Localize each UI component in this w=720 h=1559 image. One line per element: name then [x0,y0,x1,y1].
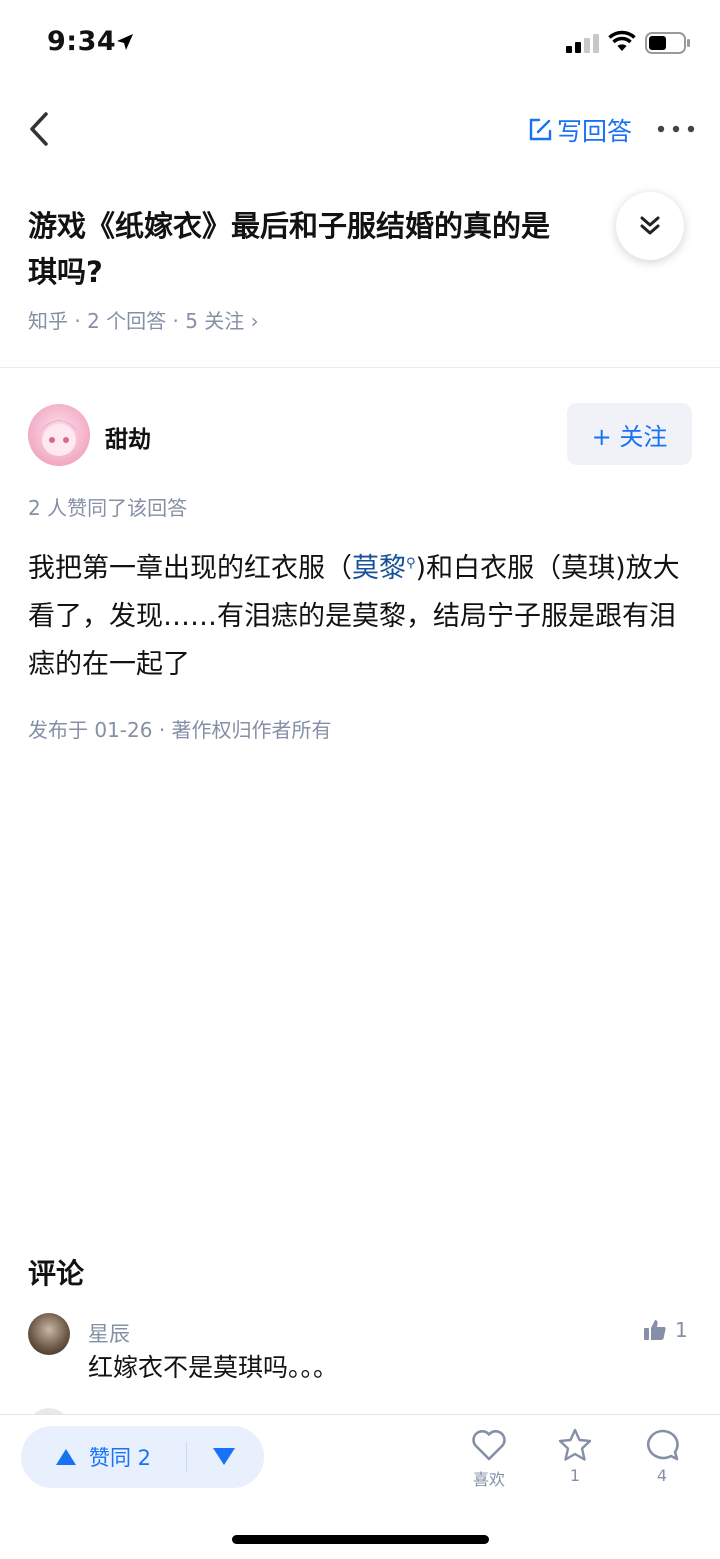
comments-heading: 评论 [28,1257,85,1290]
battery-icon [645,32,690,54]
question-title[interactable]: 游戏《纸嫁衣》最后和子服结婚的真的是 琪吗? [28,203,668,295]
follow-button[interactable]: + 关注 [567,403,692,465]
comment-text: 红嫁衣不是莫琪吗。。。 [88,1353,339,1382]
question-title-line-1: 游戏《纸嫁衣》最后和子服结婚的真的是 [28,209,551,243]
thumbs-up-icon [644,1320,666,1340]
upvote-button[interactable]: 赞同 2 [55,1440,151,1474]
comment-like-count: 1 [675,1318,688,1342]
comment-avatar[interactable] [28,1313,70,1355]
like-label: 喜欢 [472,1470,505,1489]
author-name[interactable]: 甜劫 [105,420,151,454]
comment-button[interactable]: 4 [632,1428,692,1485]
answer-text-part-1: 我把第一章出现的红衣服（ [28,553,352,584]
question-title-line-2: 琪吗? [28,255,103,289]
comment-count: 4 [656,1466,668,1485]
triangle-up-icon [56,1449,76,1465]
edit-icon [529,118,552,141]
status-time: 9:34 [47,26,117,57]
write-answer-button[interactable]: 写回答 [527,112,632,148]
triangle-down-icon [213,1448,235,1465]
double-chevron-down-icon [640,216,660,235]
more-dots-icon [657,125,695,133]
heart-icon [472,1430,506,1461]
favorite-count: 1 [569,1466,581,1485]
comment-like-button[interactable]: 1 [643,1318,688,1342]
expand-question-button[interactable] [616,192,684,260]
write-answer-label: 写回答 [557,117,633,146]
avatar-illustration [40,420,78,456]
more-options-button[interactable] [656,112,696,146]
favorite-button[interactable]: 1 [545,1428,605,1485]
publish-info: 发布于 01-26 · 著作权归作者所有 [28,718,332,742]
downvote-button[interactable] [212,1446,236,1470]
comment-username[interactable]: 星辰 [88,1318,130,1348]
like-button[interactable]: 喜欢 [459,1428,519,1490]
answer-content: 我把第一章出现的红衣服（莫黎⚲)和白衣服（莫琪)放大看了，发现……有泪痣的是莫黎… [28,540,692,689]
chevron-left-icon [30,112,48,146]
voters-summary[interactable]: 2 人赞同了该回答 [28,492,187,521]
wifi-icon [608,30,636,51]
comment-bubble-icon [646,1429,679,1461]
home-indicator[interactable] [232,1535,489,1544]
location-arrow-icon [117,34,133,50]
question-meta[interactable]: 知乎 · 2 个回答 · 5 关注 › [28,305,259,334]
answer-search-link[interactable]: 莫黎 [352,553,406,584]
search-icon[interactable]: ⚲ [406,556,416,571]
upvote-label: 赞同 2 [89,1446,152,1470]
cellular-signal-icon [566,34,599,53]
back-button[interactable] [22,108,62,150]
divider [0,367,720,368]
star-icon [558,1428,592,1461]
vote-divider [186,1442,187,1472]
author-avatar[interactable] [28,404,90,466]
